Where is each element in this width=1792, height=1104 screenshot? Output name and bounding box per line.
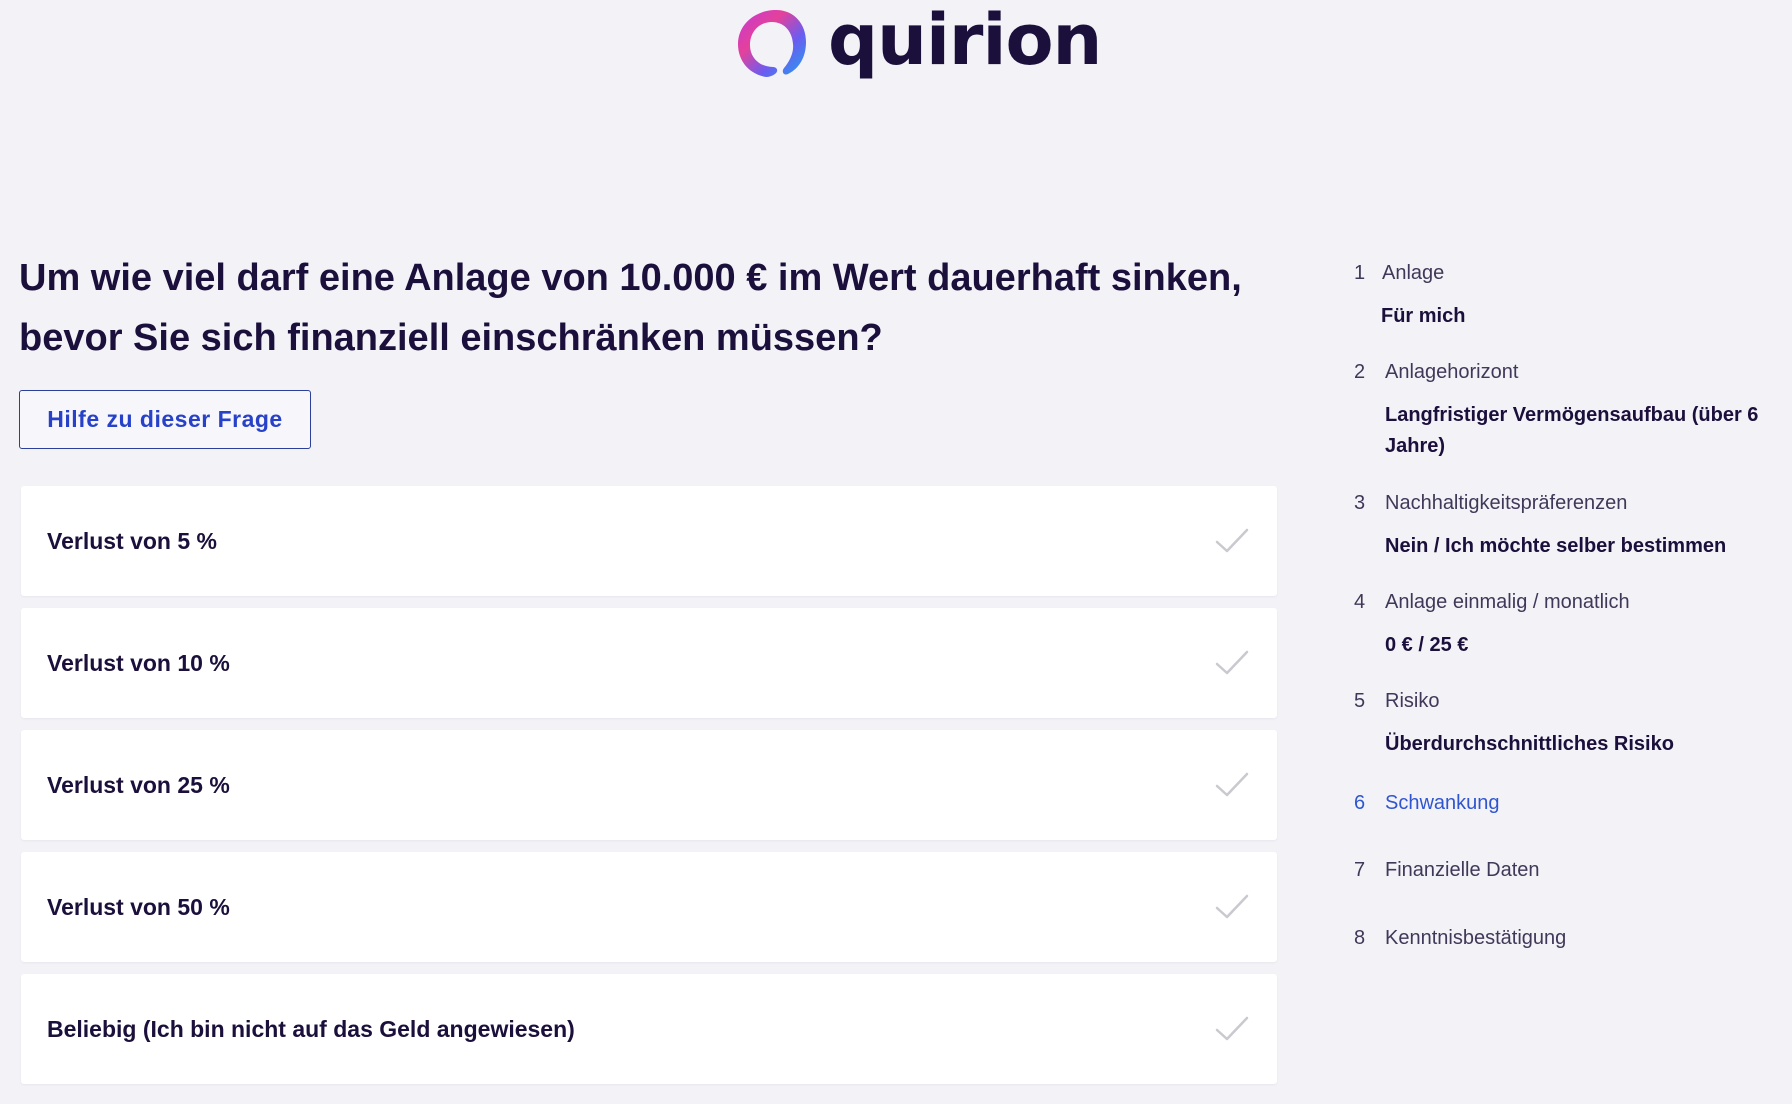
checkmark-icon: [1215, 1016, 1249, 1041]
option-loss-5[interactable]: Verlust von 5 %: [21, 486, 1277, 596]
step-number: 4: [1354, 591, 1366, 613]
option-any[interactable]: Beliebig (Ich bin nicht auf das Geld ang…: [21, 974, 1277, 1084]
step-number: 7: [1354, 859, 1366, 881]
brand-logo[interactable]: quirion: [734, 2, 1102, 82]
step-value: Überdurchschnittliches Risiko: [1385, 733, 1674, 755]
step-number: 3: [1354, 492, 1366, 514]
option-label: Beliebig (Ich bin nicht auf das Geld ang…: [47, 1015, 575, 1042]
checkmark-icon: [1215, 894, 1249, 919]
step-number: 1: [1354, 262, 1366, 284]
page: quirion Um wie viel darf eine Anlage von…: [0, 0, 1792, 1104]
step-title: Risiko: [1385, 690, 1440, 712]
answer-options: Verlust von 5 % Verlust von 10 % Verlust…: [21, 486, 1277, 1096]
step-schwankung[interactable]: 6 Schwankung: [1354, 792, 1774, 815]
step-title: Anlage einmalig / monatlich: [1385, 591, 1630, 613]
option-label: Verlust von 10 %: [47, 649, 230, 676]
step-value: 0 € / 25 €: [1385, 634, 1469, 656]
step-anlagehorizont[interactable]: 2 Anlagehorizont Langfristiger Vermögensa…: [1354, 361, 1774, 462]
option-loss-50[interactable]: Verlust von 50 %: [21, 852, 1277, 962]
step-title: Nachhaltigkeitspräferenzen: [1385, 492, 1628, 514]
step-anlage[interactable]: 1 Anlage Für mich: [1354, 262, 1774, 332]
step-number: 8: [1354, 927, 1366, 949]
step-value: Langfristiger Vermögensaufbau (über 6 Ja…: [1385, 404, 1759, 457]
step-value: Nein / Ich möchte selber bestimmen: [1385, 535, 1727, 557]
step-risiko[interactable]: 5 Risiko Überdurchschnittliches Risiko: [1354, 690, 1774, 760]
step-number: 2: [1354, 361, 1366, 383]
checkmark-icon: [1215, 772, 1249, 797]
step-number: 5: [1354, 690, 1366, 712]
step-title: Finanzielle Daten: [1385, 859, 1540, 881]
step-finanzielle-daten[interactable]: 7 Finanzielle Daten: [1354, 859, 1774, 882]
step-anlage-einmalig-monatlich[interactable]: 4 Anlage einmalig / monatlich 0 € / 25 €: [1354, 591, 1774, 661]
step-title: Schwankung: [1385, 792, 1500, 814]
help-button[interactable]: Hilfe zu dieser Frage: [19, 390, 311, 449]
option-label: Verlust von 50 %: [47, 893, 230, 920]
step-nachhaltigkeit[interactable]: 3 Nachhaltigkeitspräferenzen Nein / Ich m…: [1354, 492, 1774, 562]
step-number: 6: [1354, 792, 1366, 814]
step-title: Anlagehorizont: [1385, 361, 1519, 383]
option-label: Verlust von 5 %: [47, 527, 218, 554]
step-value: Für mich: [1381, 305, 1466, 327]
step-title: Anlage: [1382, 262, 1445, 284]
quirion-logo-icon: [738, 9, 806, 77]
option-loss-10[interactable]: Verlust von 10 %: [21, 608, 1277, 718]
step-title: Kenntnisbestätigung: [1385, 927, 1567, 949]
step-kenntnisbestaetigung[interactable]: 8 Kenntnisbestätigung: [1354, 927, 1774, 950]
checkmark-icon: [1215, 650, 1249, 675]
brand-name: quirion: [828, 0, 1102, 81]
question-title: Um wie viel darf eine Anlage von 10.000 …: [19, 257, 1242, 359]
option-label: Verlust von 25 %: [47, 771, 230, 798]
checkmark-icon: [1215, 528, 1249, 553]
option-loss-25[interactable]: Verlust von 25 %: [21, 730, 1277, 840]
